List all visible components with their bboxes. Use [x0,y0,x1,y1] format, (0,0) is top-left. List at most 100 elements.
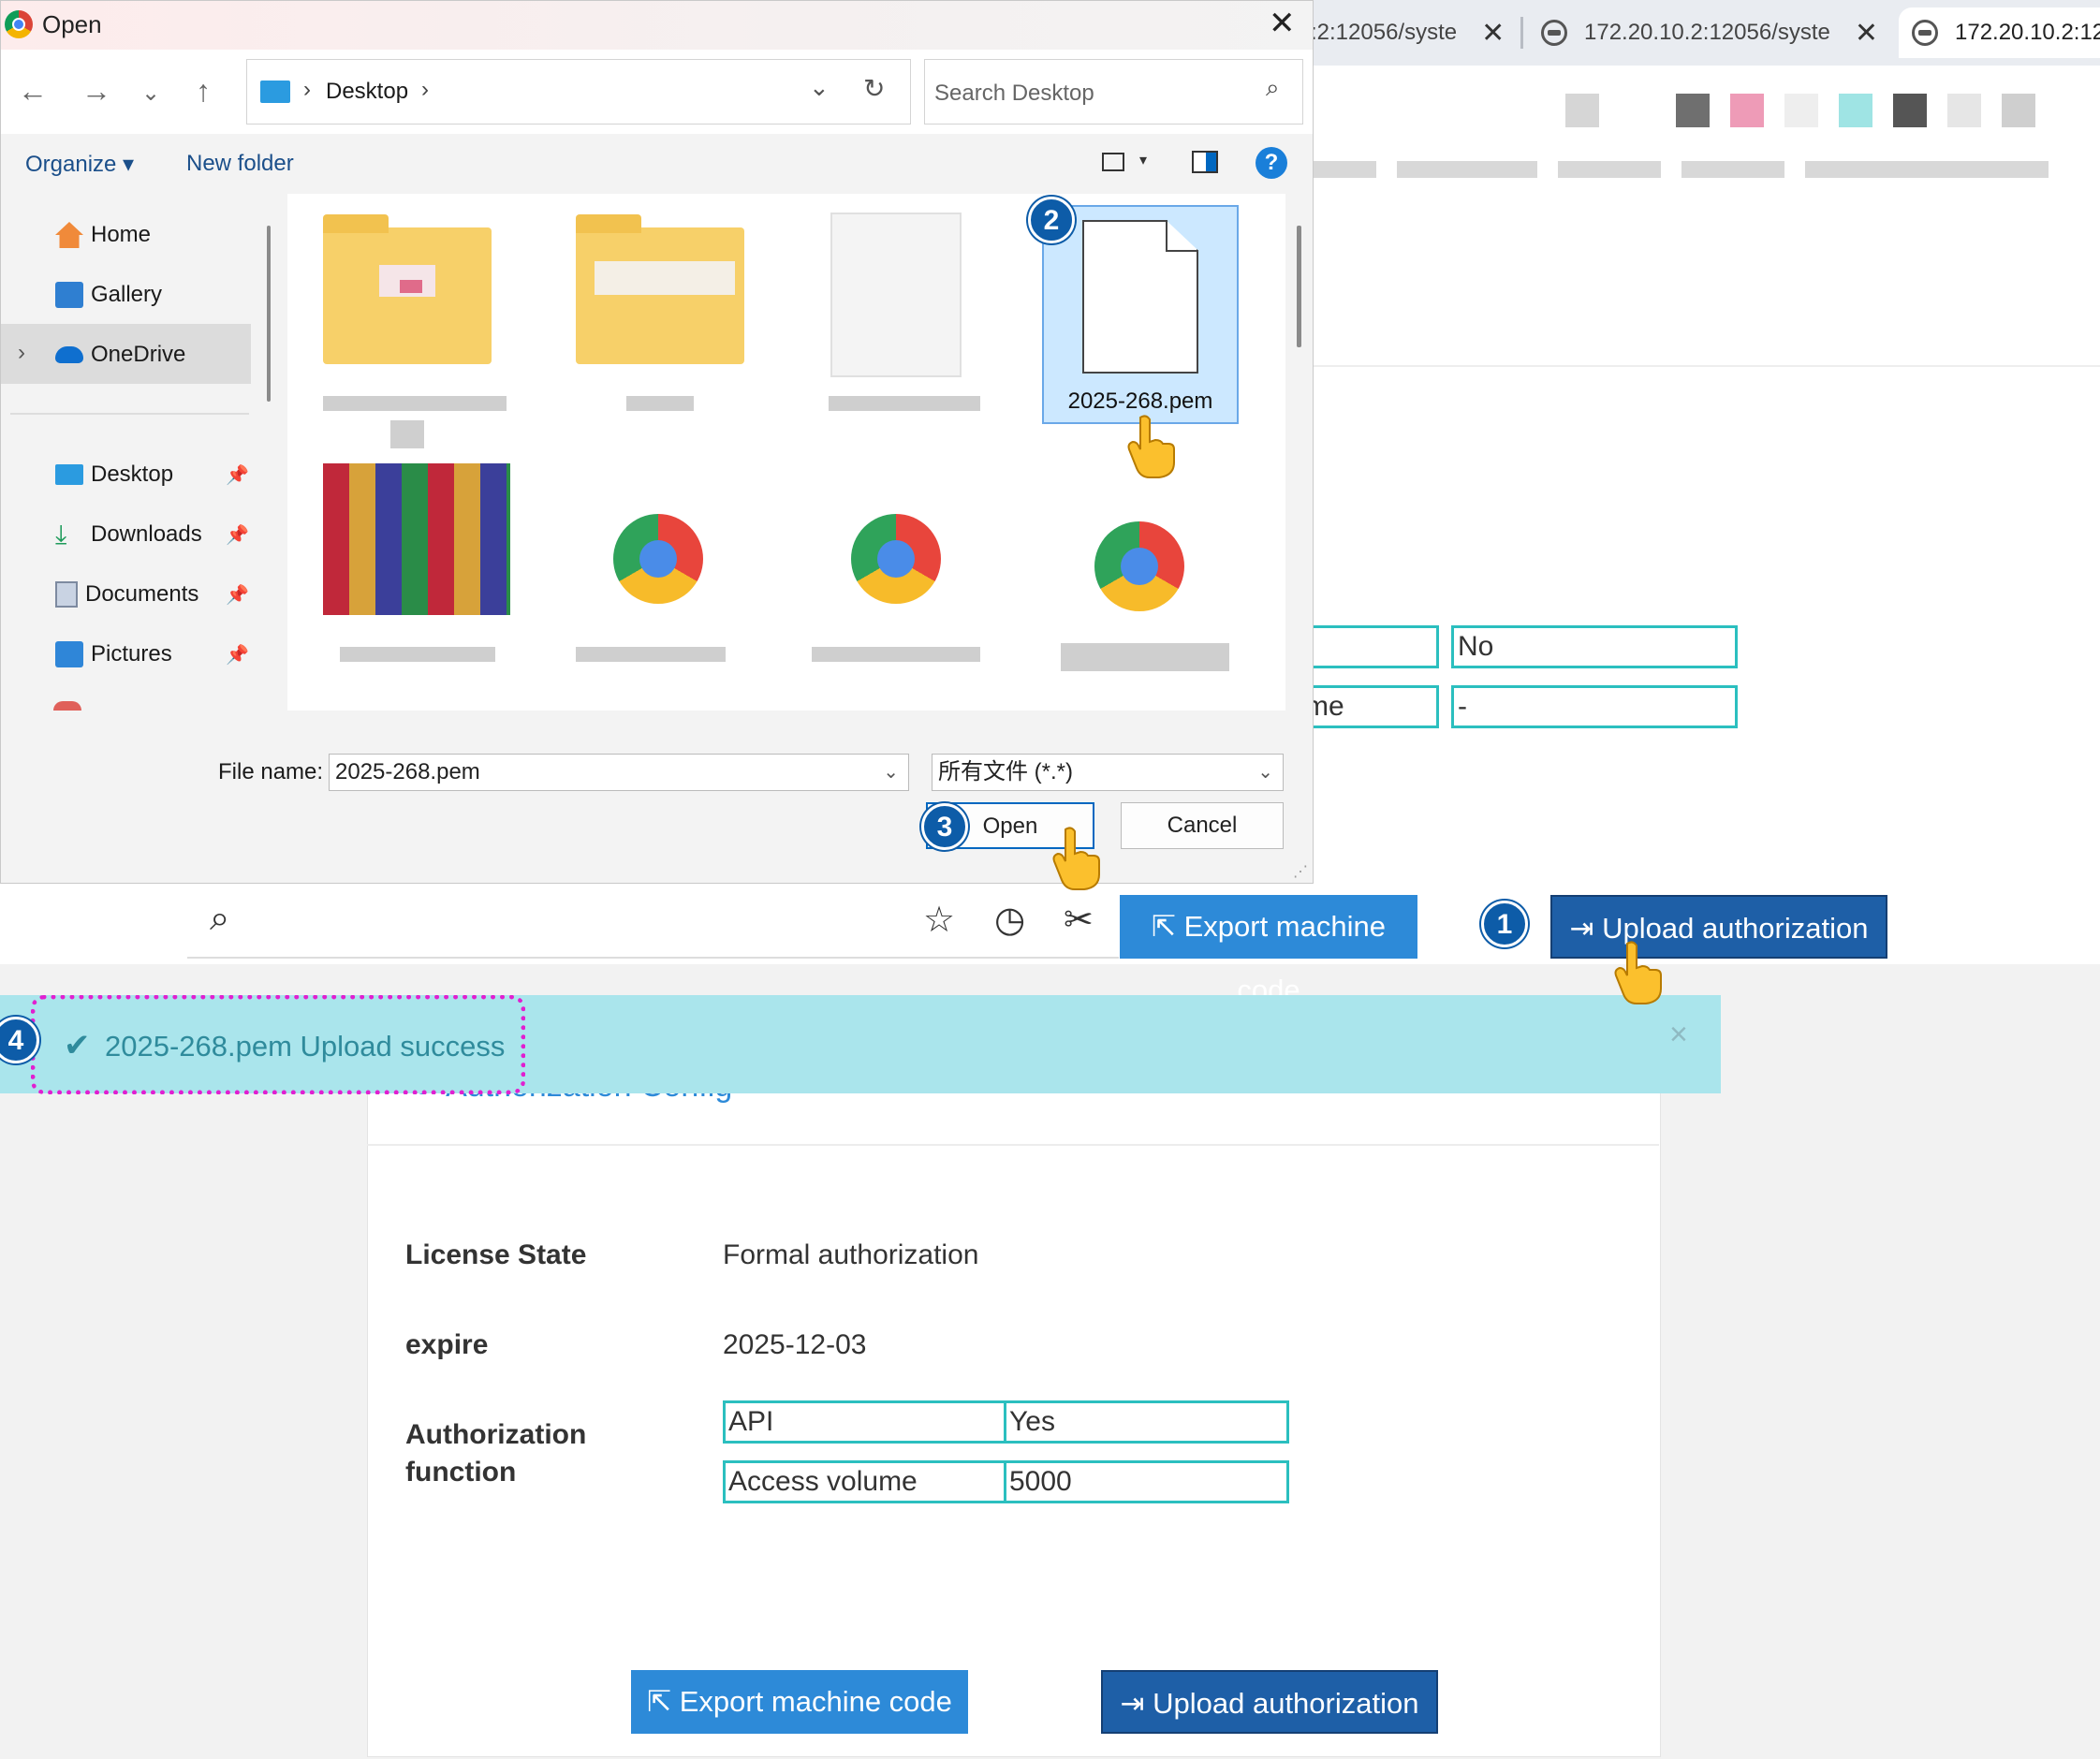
folder-icon[interactable] [323,214,492,364]
back-arrow-icon[interactable]: ← [18,74,48,109]
nav-item-pictures[interactable]: Pictures [55,641,172,667]
dialog-bottom-bar [1,711,1313,883]
address-bar[interactable]: › Desktop › ⌄ ↻ [246,59,911,125]
file-icon[interactable] [830,213,962,377]
up-arrow-icon[interactable]: ↑ [196,74,211,109]
upload-authorization-button-top[interactable]: ⇥ Upload authorization [1550,895,1887,959]
car-icon [1912,20,1938,46]
browser-toolbar-strip: ⌕ ☆ ◷ ✂ [187,884,1119,959]
refresh-icon[interactable]: ↻ [863,73,885,104]
folder-preview [595,261,735,295]
step-marker-1: 1 [1481,901,1528,947]
file-caption [390,420,424,448]
pin-icon[interactable]: 📌 [226,583,249,607]
close-tab-icon[interactable]: ✕ [1481,17,1505,50]
tab-title: 172.20.10.2:12 [1955,20,2100,45]
nav-label: Downloads [91,521,202,547]
search-box[interactable]: Search Desktop ⌕ [924,59,1303,125]
help-icon[interactable]: ? [1256,147,1287,179]
nav-label: Gallery [91,282,163,307]
file-type-value: 所有文件 (*.*) [938,759,1073,784]
browser-tab[interactable]: :2:12056/syste ✕ [1311,7,1505,58]
cancel-button[interactable]: Cancel [1121,802,1284,849]
alert-close-icon[interactable]: × [1669,1017,1688,1053]
lens-search-icon[interactable]: ⌕ [210,899,229,939]
browser-tab-active[interactable]: 172.20.10.2:12 [1899,7,2100,58]
export-machine-code-button-top[interactable]: ⇱ Export machine code [1120,895,1417,1006]
file-caption [323,396,507,411]
chevron-down-icon[interactable]: ⌄ [883,755,899,790]
search-icon[interactable]: ⌕ [1266,73,1280,103]
browser-tab[interactable]: 172.20.10.2:12056/syste ✕ [1541,7,1878,58]
card-header-divider [367,1144,1659,1146]
dialog-titlebar [1,1,1313,50]
export-machine-code-button[interactable]: ⇱ Export machine code [631,1670,968,1734]
nav-label: Documents [85,581,199,607]
pin-icon[interactable]: 📌 [226,523,249,547]
expire-label: expire [405,1329,489,1360]
file-caption [829,396,980,411]
pin-icon[interactable]: 📌 [226,463,249,487]
chrome-icon [5,10,33,38]
nav-item-downloads[interactable]: ⤓ Downloads [55,521,202,548]
nav-item-desktop[interactable]: Desktop [55,462,173,488]
sign-in-icon: ⇥ [1120,1687,1153,1720]
resize-grip-icon[interactable]: ⋰ [1293,862,1308,881]
pin-icon[interactable]: 📌 [226,643,249,667]
file-scrollbar[interactable] [1297,226,1301,347]
tools-icon[interactable]: ✂ [1064,899,1094,941]
file-caption [812,647,980,662]
close-icon[interactable]: ✕ [1269,5,1296,42]
nav-label: Desktop [91,462,174,487]
dropdown-chevron-icon[interactable]: ⌄ [809,73,830,102]
chevron-down-icon[interactable]: ⌄ [1257,755,1273,790]
star-icon[interactable]: ☆ [923,899,955,941]
share-icon: ⇱ [1152,910,1184,943]
nav-scrollbar[interactable] [267,226,271,402]
file-name-value: 2025-268.pem [335,759,480,784]
breadcrumb-desktop[interactable]: Desktop [326,79,408,105]
view-chevron-icon[interactable]: ▾ [1139,151,1147,169]
nav-item-onedrive[interactable]: OneDrive [55,342,185,368]
nav-item-gallery[interactable]: Gallery [55,282,162,308]
chrome-html-icon[interactable] [851,514,941,604]
file-caption [576,647,726,662]
function-value-cell: Yes [1004,1400,1289,1444]
breadcrumb-separator: › [303,77,311,102]
chrome-html-icon[interactable] [613,514,703,604]
forward-arrow-icon[interactable]: → [81,74,111,109]
preview-pane-icon[interactable] [1192,151,1218,173]
folder-icon[interactable] [576,214,744,364]
table-cell [1301,625,1439,668]
close-tab-icon[interactable]: ✕ [1855,17,1878,50]
background-browser: :2:12056/syste ✕ 172.20.10.2:12056/syste… [1301,0,2100,964]
file-caption [340,647,495,662]
expand-chevron-icon[interactable]: › [18,340,25,366]
pictures-icon [55,641,83,667]
recent-chevron-icon[interactable]: ⌄ [141,80,160,107]
search-input[interactable]: Search Desktop [934,81,1094,107]
file-name-field[interactable]: 2025-268.pem ⌄ [329,754,909,791]
expire-value: 2025-12-03 [723,1329,867,1360]
nav-item-documents[interactable]: Documents [55,581,198,608]
upload-authorization-button[interactable]: ⇥ Upload authorization [1101,1670,1438,1734]
music-icon [53,701,81,711]
organize-menu[interactable]: Organize ▾ [25,151,134,178]
view-options-icon[interactable] [1102,153,1124,171]
step-marker-3: 3 [921,803,968,850]
chrome-center [1121,548,1158,585]
nav-label: Home [91,222,152,247]
new-folder-button[interactable]: New folder [186,151,294,177]
image-thumbnail[interactable] [323,463,510,615]
chrome-html-icon[interactable] [1094,521,1184,611]
nav-item-home[interactable]: Home [55,222,151,248]
history-icon[interactable]: ◷ [994,899,1025,941]
pointing-hand-icon [1614,941,1662,1004]
cloud-icon [55,346,83,363]
download-icon: ⤓ [55,520,67,549]
highlight-annotation [31,995,525,1094]
pem-file-fold [1166,220,1198,252]
button-label: Upload authorization [1153,1687,1419,1720]
button-label: Export machine code [679,1685,952,1718]
file-type-select[interactable]: 所有文件 (*.*) ⌄ [932,754,1284,791]
